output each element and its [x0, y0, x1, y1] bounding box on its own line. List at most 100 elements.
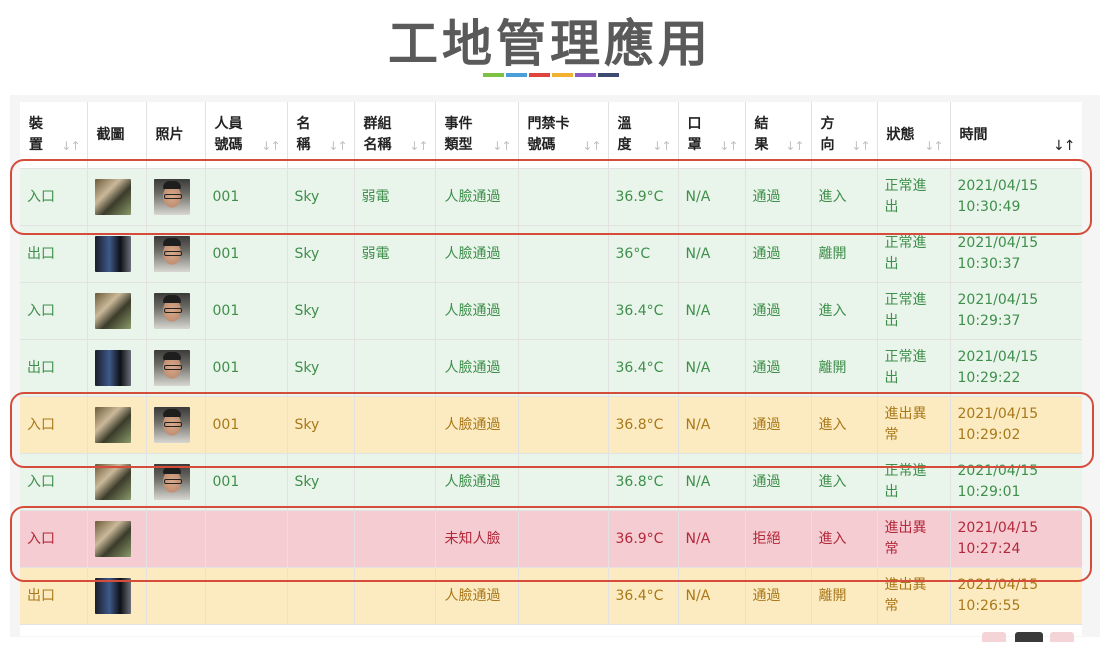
direction-text: 進入	[818, 302, 847, 319]
result-text: 通過	[752, 302, 781, 319]
temperature-text: 36.4°C	[615, 587, 664, 604]
event-type-text: 人臉通過	[444, 245, 501, 262]
event-type-text: 人臉通過	[444, 302, 501, 319]
sort-icon[interactable]: ↓↑	[61, 136, 80, 157]
name-text: Sky	[294, 359, 320, 376]
accent-color-segment	[575, 73, 596, 77]
status-text: 正常進出	[884, 349, 927, 386]
sort-icon[interactable]: ↓↑	[719, 136, 738, 157]
temperature-cell: 36.4°C	[608, 339, 679, 397]
pagination-button-prev[interactable]	[982, 632, 1006, 642]
sort-icon[interactable]: ↓↑	[851, 136, 870, 157]
device-text: 出口	[27, 587, 55, 604]
mask-text: N/A	[685, 587, 711, 604]
sort-icon[interactable]: ↓↑	[409, 136, 428, 157]
table-row[interactable]: 入口 001 Sky 人臉通過 36.4°C N/A 通過 進入 正常進出 2021/04/15 1…	[20, 282, 1082, 340]
group-cell	[354, 339, 436, 397]
column-header-label: 事件	[444, 116, 473, 132]
accent-color-segment	[529, 73, 550, 77]
mask-text: N/A	[685, 473, 711, 490]
column-header-label: 門禁卡	[527, 116, 570, 132]
column-header-label: 類型	[444, 137, 473, 153]
direction-text: 離開	[818, 245, 847, 262]
event-type-text: 人臉通過	[444, 473, 501, 490]
name-text: Sky	[294, 245, 320, 262]
face-photo-thumbnail[interactable]	[153, 464, 190, 500]
device-text: 入口	[27, 473, 55, 490]
name-cell: Sky	[287, 282, 355, 340]
direction-cell: 進入	[811, 282, 878, 340]
time-text: 10:29:37	[957, 313, 1021, 329]
column-header-label: 號碼	[214, 137, 243, 153]
card-number-cell	[518, 282, 609, 340]
snapshot-thumbnail[interactable]	[94, 578, 131, 614]
mask-text: N/A	[685, 359, 711, 376]
snapshot-thumbnail[interactable]	[94, 293, 131, 329]
column-header-label: 狀態	[886, 126, 915, 143]
face-photo-thumbnail[interactable]	[153, 293, 190, 329]
sort-icon[interactable]: ↓↑	[582, 136, 601, 157]
sort-icon[interactable]: ↓↑	[1053, 136, 1075, 157]
accent-color-segment	[506, 73, 527, 77]
status-text: 正常進出	[884, 235, 927, 272]
accent-color-bar	[483, 73, 621, 77]
snapshot-thumbnail[interactable]	[94, 350, 131, 386]
accent-color-segment	[483, 73, 504, 77]
mask-text: N/A	[685, 302, 711, 319]
event-type-text: 人臉通過	[444, 359, 501, 376]
device-text: 出口	[27, 359, 55, 376]
accent-color-segment	[598, 73, 619, 77]
mask-cell: N/A	[678, 282, 746, 340]
result-text: 通過	[752, 359, 781, 376]
sort-icon[interactable]: ↓↑	[328, 136, 347, 157]
column-header-label: 時間	[959, 126, 988, 143]
temperature-cell: 36.4°C	[608, 282, 679, 340]
sort-icon[interactable]: ↓↑	[652, 136, 671, 157]
column-header-label: 口	[687, 116, 702, 132]
snapshot-thumbnail[interactable]	[94, 236, 131, 272]
device-text: 出口	[27, 245, 55, 262]
card-number-cell	[518, 339, 609, 397]
photo-cell	[146, 282, 206, 340]
device-cell: 入口	[20, 282, 88, 340]
person-id-text: 001	[212, 302, 240, 319]
date-text: 2021/04/15	[957, 349, 1039, 365]
time-cell: 2021/04/15 10:29:22	[950, 339, 1082, 397]
highlight-box-rejected-row	[10, 506, 1092, 582]
time-text: 10:30:37	[957, 256, 1021, 272]
column-header-label: 結	[754, 116, 769, 132]
event-type-cell: 人臉通過	[435, 282, 519, 340]
time-text: 10:29:22	[957, 370, 1021, 386]
direction-text: 離開	[818, 587, 847, 604]
page-title: 工地管理應用	[388, 15, 712, 73]
face-photo-thumbnail[interactable]	[153, 350, 190, 386]
sort-icon[interactable]: ↓↑	[261, 136, 280, 157]
sort-icon[interactable]: ↓↑	[785, 136, 804, 157]
group-cell	[354, 282, 436, 340]
group-text: 弱電	[361, 245, 390, 262]
result-cell: 通過	[745, 282, 812, 340]
column-header-label: 號碼	[527, 137, 556, 153]
status-cell: 正常進出	[877, 282, 951, 340]
column-header-label: 名	[296, 116, 311, 132]
column-header-label: 群組	[363, 116, 392, 132]
sort-icon[interactable]: ↓↑	[924, 136, 943, 157]
pagination-button-current[interactable]	[1015, 632, 1043, 642]
column-header-label: 罩	[687, 137, 702, 153]
sort-icon[interactable]: ↓↑	[492, 136, 511, 157]
person-id-text: 001	[212, 359, 240, 376]
result-cell: 通過	[745, 339, 812, 397]
column-header-label: 截圖	[96, 126, 125, 143]
name-cell: Sky	[287, 339, 355, 397]
name-text: Sky	[294, 302, 320, 319]
pagination-button-next[interactable]	[1050, 632, 1074, 642]
event-type-text: 人臉通過	[444, 587, 501, 604]
result-text: 通過	[752, 587, 781, 604]
table-row[interactable]: 出口 001 Sky 人臉通過 36.4°C N/A 通過 離開 正常進出 2021/04/15 1…	[20, 339, 1082, 397]
snapshot-cell	[87, 282, 147, 340]
highlight-box-abnormal-row	[10, 392, 1094, 468]
column-header-label: 稱	[296, 137, 311, 153]
snapshot-thumbnail[interactable]	[94, 464, 131, 500]
face-photo-thumbnail[interactable]	[153, 236, 190, 272]
temperature-text: 36°C	[615, 245, 651, 262]
